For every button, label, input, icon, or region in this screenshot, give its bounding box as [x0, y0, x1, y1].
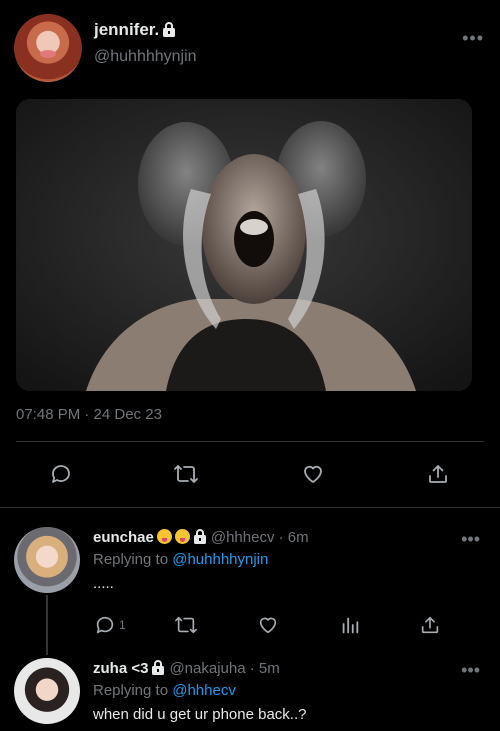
retweet-button[interactable] [174, 611, 198, 639]
replying-to-line: Replying to @huhhhhynjin [93, 551, 268, 568]
author-name-text: jennifer. [94, 20, 160, 39]
heart-icon [304, 465, 322, 483]
reply-avatar[interactable] [14, 527, 80, 593]
author-handle[interactable]: @huhhhhynjin [94, 48, 197, 66]
reply-meta: @nakajuha · 5m [169, 660, 280, 677]
heart-icon [259, 617, 277, 634]
analytics-button[interactable] [339, 611, 361, 639]
reply-icon [52, 465, 70, 483]
retweet-icon [174, 465, 198, 483]
reply-author-name[interactable]: eunchae [93, 529, 154, 546]
share-button[interactable] [420, 456, 456, 492]
section-divider [0, 507, 500, 508]
reply-meta: @hhhecv · 6m [210, 529, 309, 546]
like-button[interactable] [295, 456, 331, 492]
lock-icon [193, 529, 207, 548]
divider [16, 441, 484, 442]
lock-icon [162, 22, 176, 42]
replying-to-label: Replying to [93, 682, 173, 699]
tweet-action-bar [0, 456, 500, 492]
reply-header: eunchae @hhhecv · 6m [93, 529, 309, 548]
reply-button[interactable]: 1 [94, 611, 126, 639]
tongue-emoji-icon [156, 529, 172, 544]
like-button[interactable] [257, 611, 279, 639]
reply-text: when did u get ur phone back..? [93, 706, 307, 723]
share-button[interactable] [419, 611, 441, 639]
reply-icon [96, 616, 114, 634]
share-icon [429, 465, 447, 483]
reply-action-bar: 1 [0, 611, 500, 639]
tongue-emoji-icon [174, 529, 190, 544]
mention-link[interactable]: @huhhhhynjin [172, 551, 268, 568]
reply-more-button[interactable]: ••• [461, 529, 480, 550]
replying-to-line: Replying to @hhhecv [93, 682, 236, 699]
more-options-button[interactable]: ••• [462, 28, 484, 49]
reply-count: 1 [119, 618, 126, 632]
reply-more-button[interactable]: ••• [461, 660, 480, 681]
reply-item[interactable]: zuha <3 @nakajuha · 5m ••• Replying to @h… [0, 658, 500, 731]
replying-to-label: Replying to [93, 551, 173, 568]
reply-button[interactable] [43, 456, 79, 492]
analytics-icon [342, 617, 359, 634]
retweet-button[interactable] [168, 456, 204, 492]
lock-icon [151, 660, 165, 679]
retweet-icon [175, 616, 197, 634]
author-avatar[interactable] [14, 14, 82, 82]
reply-text: ..... [93, 575, 114, 592]
screaming-man-image [16, 99, 472, 391]
share-icon [421, 616, 439, 634]
mention-link[interactable]: @hhhecv [172, 682, 236, 699]
reply-header: zuha <3 @nakajuha · 5m [93, 660, 280, 679]
reply-author-name[interactable]: zuha <3 [93, 660, 148, 677]
author-display-name[interactable]: jennifer. [94, 20, 176, 42]
tweet-timestamp[interactable]: 07:48 PM · 24 Dec 23 [16, 406, 162, 423]
tweet-media-image[interactable] [16, 99, 472, 391]
tweet-author: jennifer. @huhhhhynjin ••• [14, 14, 486, 84]
reply-avatar[interactable] [14, 658, 80, 724]
